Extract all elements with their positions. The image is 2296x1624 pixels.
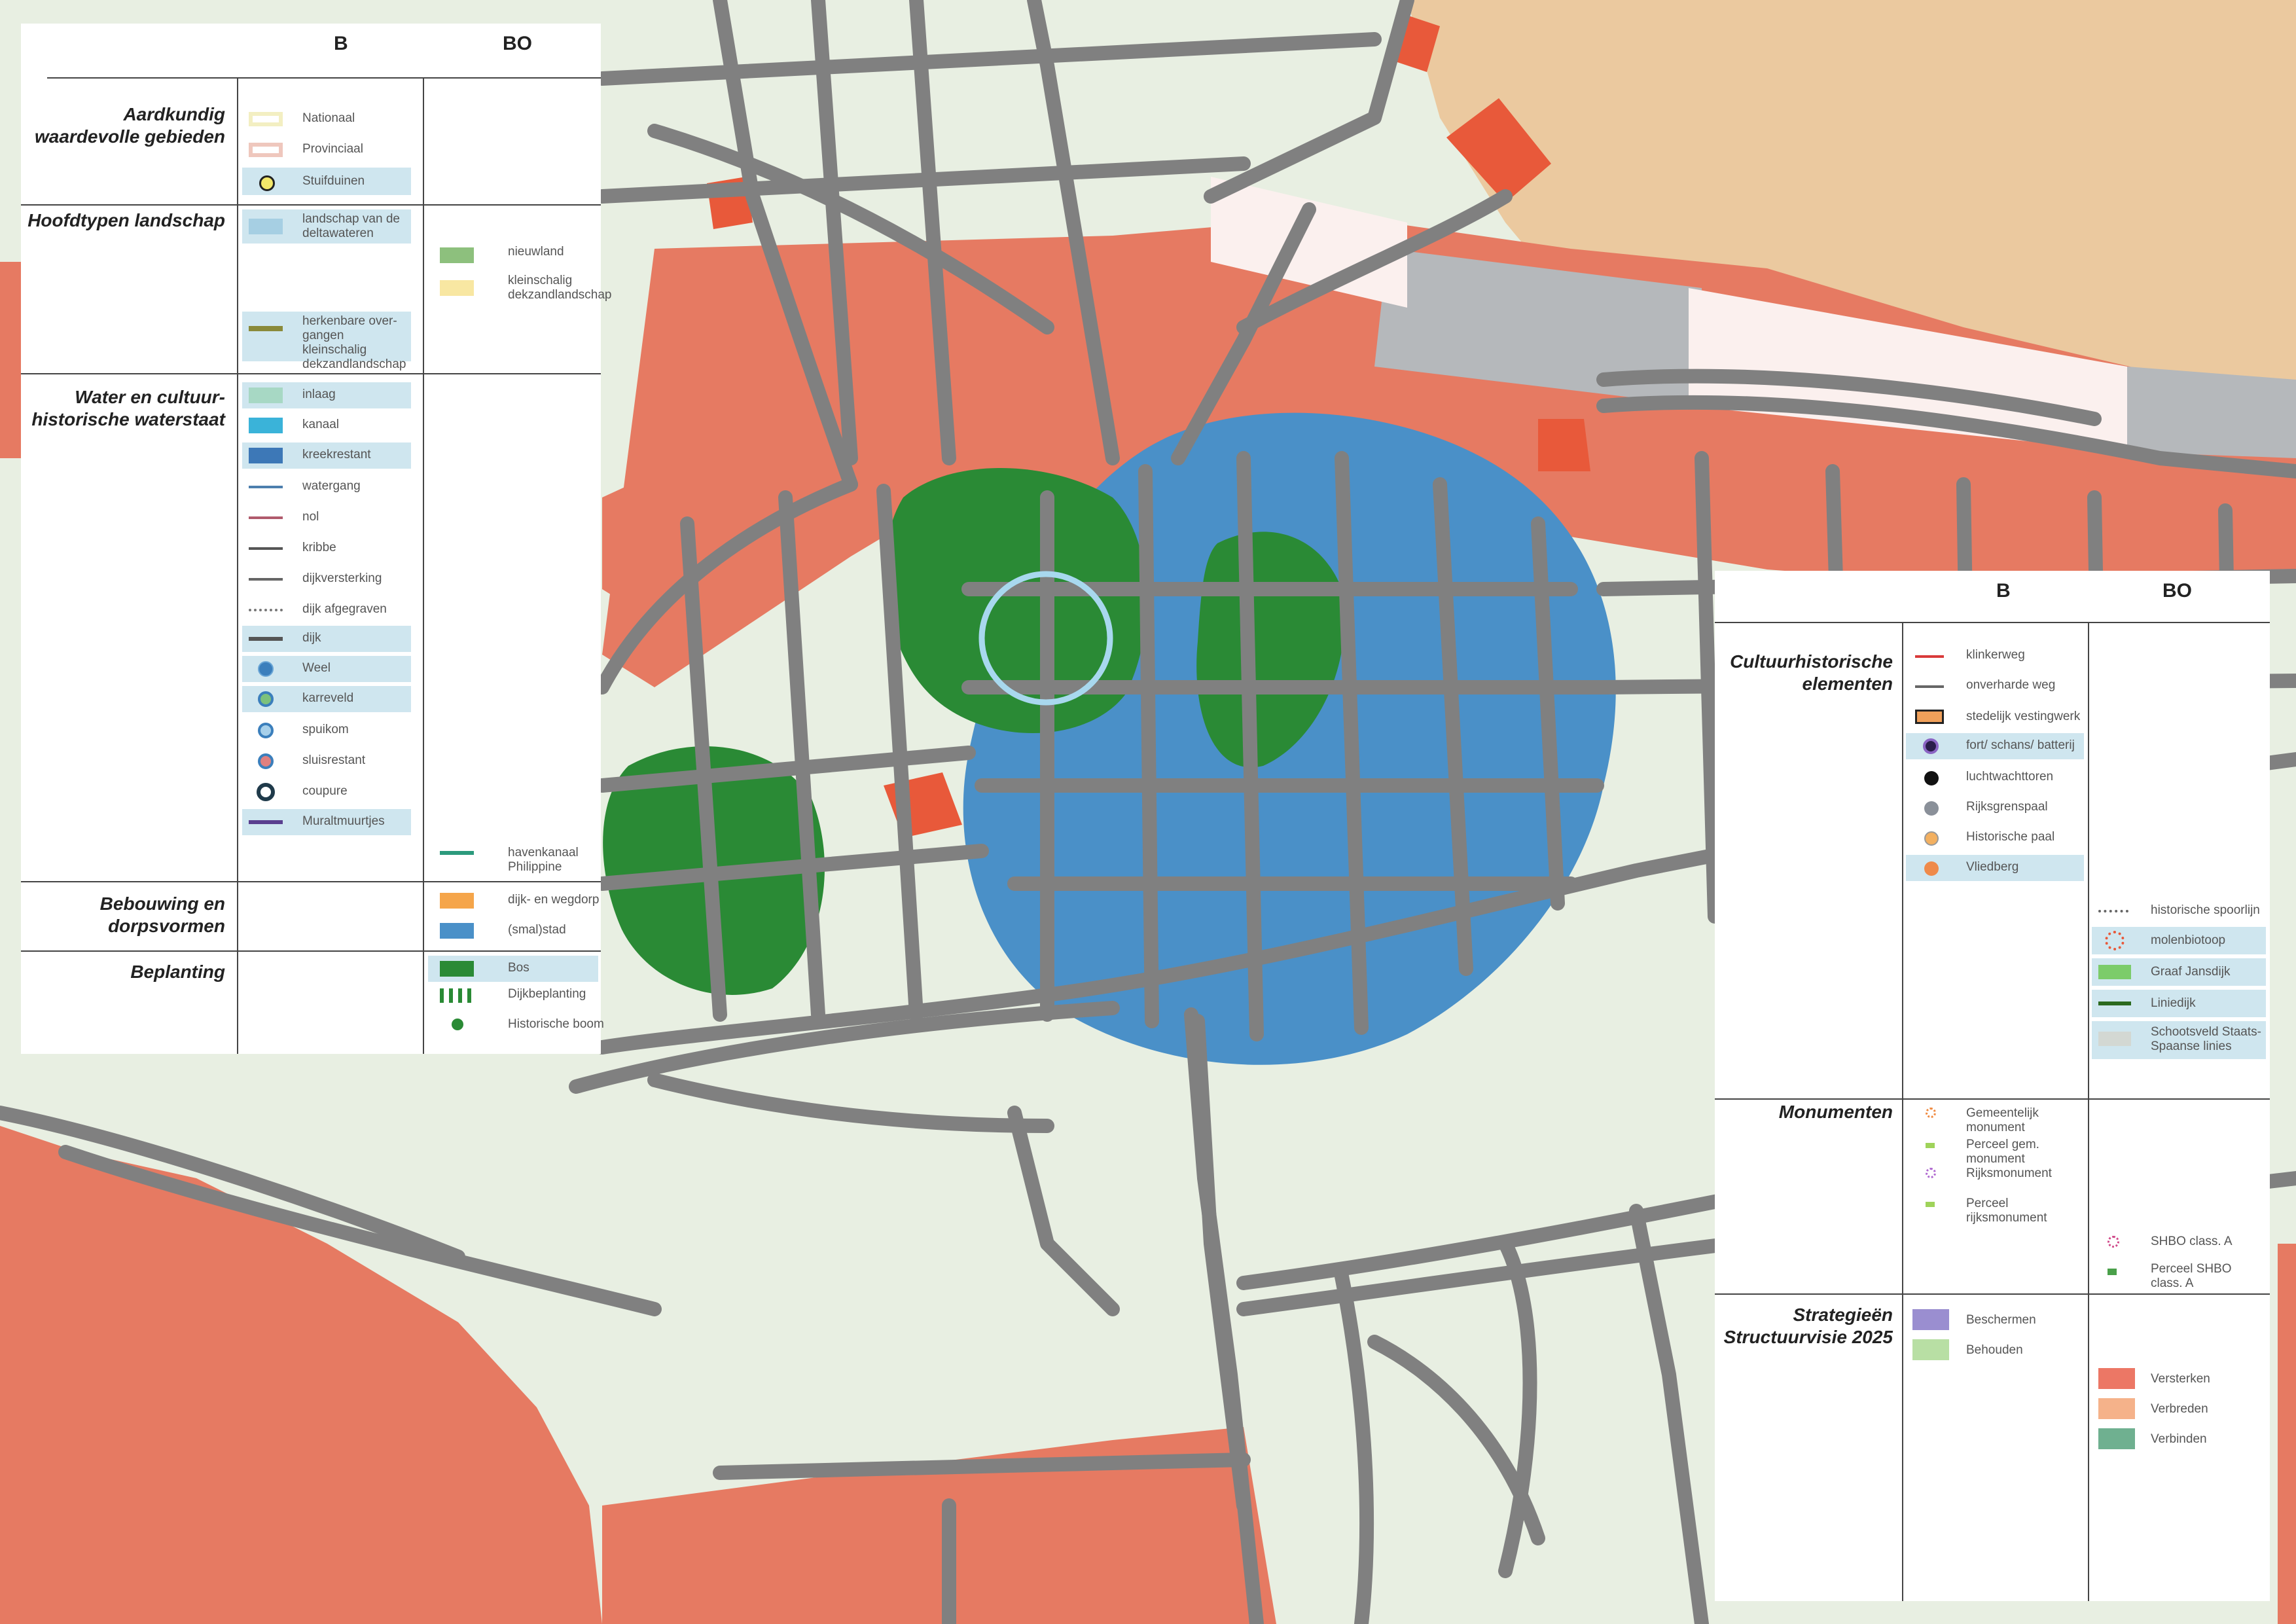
legend-item-kreekrestant: kreekrestant bbox=[242, 442, 411, 469]
legend-item-kribbe: kribbe bbox=[242, 535, 411, 562]
grey-block-east bbox=[2121, 367, 2296, 458]
legend-item-beschermen: Beschermen bbox=[1906, 1307, 2084, 1333]
legend-col-divider bbox=[237, 77, 238, 1054]
legend-item-graaf-jansdijk: Graaf Jansdijk bbox=[2092, 958, 2266, 986]
legend-item-gemeentelijk: Gemeentelijk monument bbox=[1906, 1105, 2084, 1136]
legend-section-hoofdtypen: Hoofdtypen landschap bbox=[27, 210, 225, 230]
legend-divider bbox=[21, 204, 601, 206]
legend-item-stuifduinen: Stuifduinen bbox=[242, 168, 411, 195]
legend-item-dijk-afgegraven: dijk afgegraven bbox=[242, 597, 411, 623]
legend-item-dijk-wegdorp: dijk- en wegdorp bbox=[428, 888, 599, 914]
legend-item-nol: nol bbox=[242, 505, 411, 531]
legend-divider bbox=[1715, 1293, 2270, 1295]
orange-hotspot-3 bbox=[1538, 419, 1590, 471]
legend-col-b: B bbox=[1996, 580, 2011, 602]
legend-item-onverharde-weg: onverharde weg bbox=[1906, 673, 2084, 699]
legend-item-shbo: SHBO class. A bbox=[2092, 1229, 2266, 1255]
legend-col-bo: BO bbox=[503, 33, 532, 54]
legend-left: B BO Aardkundig waardevolle gebieden Nat… bbox=[21, 24, 611, 1054]
legend-item-landschap-deltawateren: landschap van de deltawateren bbox=[242, 209, 411, 244]
legend-item-inlaag: inlaag bbox=[242, 382, 411, 408]
legend-item-sluisrestant: sluisrestant bbox=[242, 748, 411, 774]
legend-item-kleinschalig: kleinschalig dekzandlandschap bbox=[428, 271, 611, 308]
legend-item-molenbiotoop: molenbiotoop bbox=[2092, 927, 2266, 954]
legend-divider bbox=[21, 373, 601, 374]
legend-item-bos: Bos bbox=[428, 956, 598, 982]
legend-item-perceel-rijks: Perceel rijksmonument bbox=[1906, 1195, 2084, 1228]
legend-item-perceel-shbo: Perceel SHBO class. A bbox=[2092, 1259, 2266, 1293]
legend-item-watergang: watergang bbox=[242, 474, 411, 500]
legend-item-verbinden: Verbinden bbox=[2092, 1426, 2266, 1452]
legend-item-historische-boom: Historische boom bbox=[428, 1012, 604, 1038]
legend-col-divider bbox=[423, 77, 424, 1054]
legend-item-fort: fort/ schans/ batterij bbox=[1906, 733, 2084, 759]
legend-section-cultuurhistorische: Cultuurhistorische elementen bbox=[1730, 651, 1893, 694]
legend-item-nieuwland: nieuwland bbox=[428, 242, 598, 268]
legend-section-aardkundig: Aardkundig waardevolle gebieden bbox=[35, 104, 225, 147]
legend-item-dijkbeplanting: Dijkbeplanting bbox=[428, 983, 598, 1009]
legend-item-dijkversterking: dijkversterking bbox=[242, 566, 411, 592]
legend-divider bbox=[47, 77, 601, 79]
legend-item-havenkanaal: havenkanaal Philippine bbox=[428, 843, 598, 878]
legend-item-provinciaal: Provinciaal bbox=[242, 138, 411, 160]
legend-item-vliedberg: Vliedberg bbox=[1906, 855, 2084, 881]
legend-col-b: B bbox=[334, 33, 348, 54]
salmon-area-right-edge bbox=[2278, 1244, 2296, 1624]
legend-item-coupure: coupure bbox=[242, 779, 411, 805]
legend-divider bbox=[1715, 622, 2270, 623]
legend-item-liniedijk: Liniedijk bbox=[2092, 990, 2266, 1017]
legend-item-versterken: Versterken bbox=[2092, 1365, 2266, 1392]
legend-item-nationaal: Nationaal bbox=[242, 107, 411, 130]
legend-item-dijk: dijk bbox=[242, 626, 411, 652]
legend-col-divider bbox=[2088, 622, 2089, 1601]
legend-col-divider bbox=[1902, 622, 1903, 1601]
legend-item-luchtwachttoren: luchtwachttoren bbox=[1906, 765, 2084, 791]
legend-section-monumenten: Monumenten bbox=[1778, 1102, 1893, 1122]
legend-item-spuikom: spuikom bbox=[242, 717, 411, 744]
legend-item-muraltmuurtjes: Muraltmuurtjes bbox=[242, 809, 411, 835]
legend-item-behouden: Behouden bbox=[1906, 1337, 2084, 1363]
legend-item-verbreden: Verbreden bbox=[2092, 1396, 2266, 1422]
legend-item-historische-paal: Historische paal bbox=[1906, 825, 2084, 851]
legend-item-herkenbare: herkenbare over-gangen kleinschalig dekz… bbox=[242, 312, 411, 371]
legend-item-weel: Weel bbox=[242, 656, 411, 682]
legend-item-smal-stad: (smal)stad bbox=[428, 918, 598, 944]
legend-section-strategieen: Strategieën Structuurvisie 2025 bbox=[1723, 1305, 1893, 1347]
legend-right: B BO Cultuurhistorische elementen klinke… bbox=[1715, 571, 2270, 1601]
legend-divider bbox=[21, 881, 601, 882]
legend-item-stedelijk: stedelijk vestingwerk bbox=[1906, 704, 2084, 731]
legend-item-karreveld: karreveld bbox=[242, 686, 411, 712]
legend-divider bbox=[1715, 1098, 2270, 1100]
legend-section-bebouwing: Bebouwing en dorpsvormen bbox=[99, 893, 225, 936]
legend-item-kanaal: kanaal bbox=[242, 412, 411, 439]
legend-item-historische-spoorlijn: historische spoorlijn bbox=[2092, 898, 2270, 924]
legend-section-beplanting: Beplanting bbox=[130, 962, 225, 982]
legend-col-bo: BO bbox=[2162, 580, 2192, 602]
legend-item-rijksgrenspaal: Rijksgrenspaal bbox=[1906, 795, 2084, 821]
legend-item-klinkerweg: klinkerweg bbox=[1906, 643, 2084, 669]
legend-item-schootsveld: Schootsveld Staats-Spaanse linies bbox=[2092, 1021, 2266, 1059]
legend-item-rijksmonument: Rijksmonument bbox=[1906, 1164, 2084, 1183]
legend-section-water: Water en cultuur-historische waterstaat bbox=[31, 387, 225, 429]
legend-divider bbox=[21, 950, 601, 952]
